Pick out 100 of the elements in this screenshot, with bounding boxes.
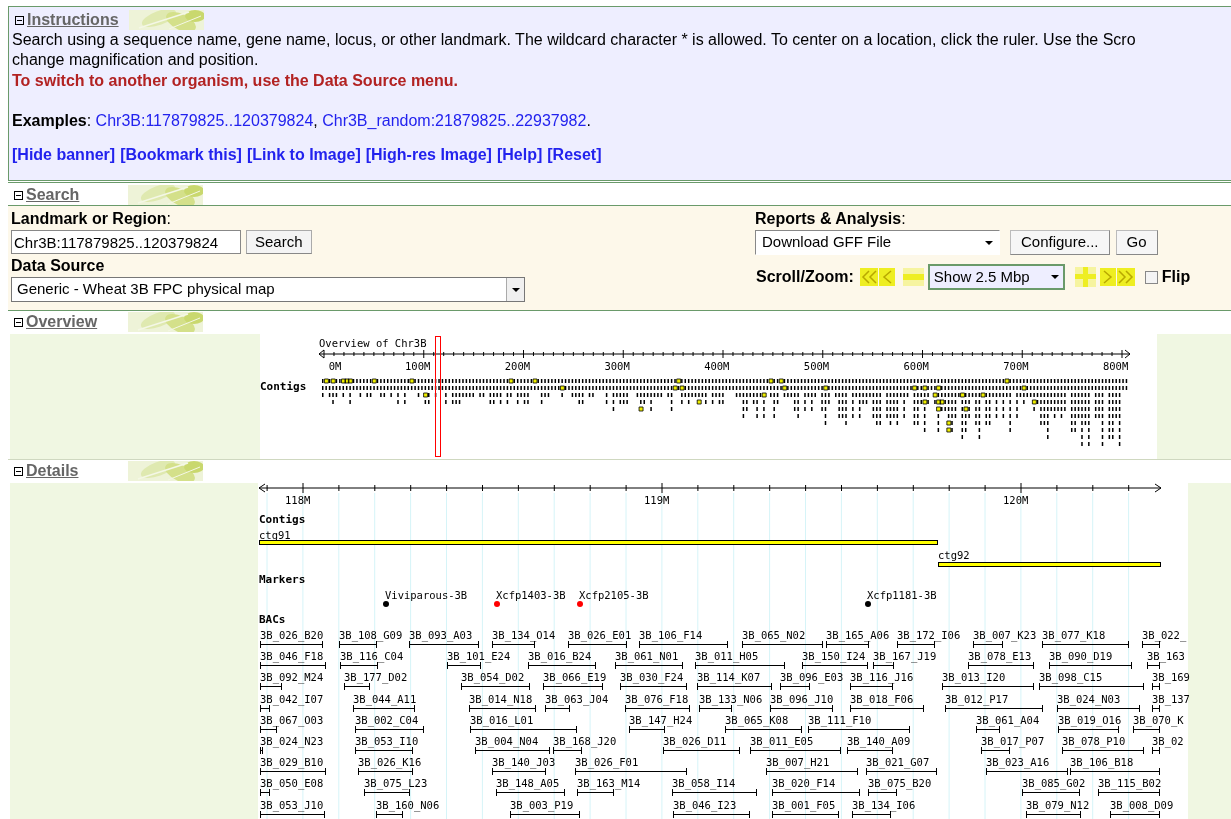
bac-span[interactable]	[447, 662, 481, 670]
bac-span[interactable]	[699, 704, 732, 712]
bac-span[interactable]	[780, 683, 810, 691]
bac-span[interactable]	[968, 662, 1034, 670]
bac-span[interactable]	[1152, 683, 1160, 691]
contig-bar[interactable]	[259, 540, 938, 545]
search-button[interactable]: Search	[246, 230, 312, 254]
bac-span[interactable]	[625, 704, 690, 712]
bac-span[interactable]	[376, 810, 403, 818]
bac-span[interactable]	[766, 768, 858, 776]
bac-span[interactable]	[492, 768, 546, 776]
reports-select[interactable]: Download GFF File	[755, 230, 1000, 255]
bac-span[interactable]	[340, 662, 378, 670]
bac-span[interactable]	[1147, 662, 1160, 670]
bac-span[interactable]	[260, 683, 282, 691]
bac-span[interactable]	[847, 747, 893, 754]
bac-span[interactable]	[528, 662, 596, 670]
bac-span[interactable]	[577, 789, 614, 797]
bac-span[interactable]	[770, 704, 833, 712]
bac-span[interactable]	[358, 768, 413, 776]
bac-span[interactable]	[976, 725, 1000, 733]
configure-button[interactable]: Configure...	[1010, 230, 1110, 255]
bac-span[interactable]	[850, 704, 924, 712]
bac-span[interactable]	[672, 789, 757, 797]
bac-span[interactable]	[469, 704, 536, 712]
landmark-field[interactable]: Chr3B:117879825..120379824	[11, 230, 241, 254]
bac-span[interactable]	[355, 747, 413, 754]
bac-span[interactable]	[1022, 789, 1080, 797]
section-title-link[interactable]: Overview	[26, 310, 98, 334]
zoom-select[interactable]: Show 2.5 Mbp	[927, 264, 1065, 290]
bac-span[interactable]	[629, 725, 665, 733]
bac-span[interactable]	[1026, 810, 1081, 818]
bac-span[interactable]	[355, 725, 424, 733]
bac-span[interactable]	[260, 641, 323, 648]
collapse-icon[interactable]	[14, 466, 23, 476]
bac-span[interactable]	[353, 704, 415, 712]
bac-span[interactable]	[553, 747, 582, 754]
bac-span[interactable]	[897, 641, 935, 648]
bac-span[interactable]	[620, 683, 687, 691]
bac-span[interactable]	[1070, 768, 1160, 776]
bac-span[interactable]	[742, 641, 823, 648]
banner-link[interactable]: [Help]	[496, 145, 543, 165]
bac-span[interactable]	[260, 747, 263, 754]
bac-span[interactable]	[1062, 747, 1144, 754]
bac-span[interactable]	[808, 725, 910, 733]
bac-span[interactable]	[510, 810, 580, 818]
bac-span[interactable]	[409, 641, 479, 648]
bac-span[interactable]	[973, 641, 1003, 648]
bac-span[interactable]	[1133, 725, 1160, 733]
bac-span[interactable]	[663, 747, 740, 754]
bac-span[interactable]	[461, 683, 530, 691]
bac-span[interactable]	[981, 747, 1010, 754]
bac-span[interactable]	[260, 704, 270, 712]
bac-span[interactable]	[673, 810, 750, 818]
bac-span[interactable]	[1152, 704, 1160, 712]
bac-span[interactable]	[470, 725, 577, 733]
bac-span[interactable]	[364, 789, 410, 797]
contig-bar[interactable]	[938, 562, 1161, 567]
section-title-link[interactable]: Instructions	[27, 8, 119, 32]
bac-span[interactable]	[1057, 704, 1140, 712]
bac-span[interactable]	[866, 768, 937, 776]
collapse-icon[interactable]	[15, 15, 24, 25]
banner-link[interactable]: [Link to Image]	[246, 145, 361, 165]
bac-span[interactable]	[725, 725, 802, 733]
bac-span[interactable]	[850, 683, 893, 691]
example-link[interactable]: Chr3B_random:21879825..22937982	[322, 112, 587, 129]
bac-span[interactable]	[826, 641, 869, 648]
bac-span[interactable]	[1042, 641, 1129, 648]
bac-span[interactable]	[575, 768, 687, 776]
bac-span[interactable]	[260, 662, 326, 670]
bac-span[interactable]	[1039, 683, 1144, 691]
banner-link[interactable]: [Reset]	[547, 145, 602, 165]
bac-span[interactable]	[639, 641, 728, 648]
bac-span[interactable]	[942, 683, 1034, 691]
bac-span[interactable]	[568, 641, 627, 648]
go-button[interactable]: Go	[1115, 230, 1158, 255]
region-highlight[interactable]	[435, 336, 441, 457]
bac-span[interactable]	[1110, 810, 1160, 818]
bac-span[interactable]	[1049, 662, 1132, 670]
bac-span[interactable]	[1098, 789, 1160, 797]
bac-span[interactable]	[852, 810, 891, 818]
bac-span[interactable]	[802, 662, 868, 670]
collapse-icon[interactable]	[14, 317, 23, 327]
bac-span[interactable]	[260, 789, 270, 797]
bac-span[interactable]	[492, 641, 535, 648]
flip-checkbox[interactable]	[1144, 270, 1158, 284]
banner-link[interactable]: [Bookmark this]	[120, 145, 242, 165]
bac-span[interactable]	[1152, 747, 1160, 754]
example-link[interactable]: Chr3B:117879825..120379824	[95, 112, 314, 129]
banner-link[interactable]: [Hide banner]	[12, 145, 116, 165]
bac-span[interactable]	[260, 725, 277, 733]
bac-span[interactable]	[945, 704, 1043, 712]
bac-span[interactable]	[496, 789, 565, 797]
bac-span[interactable]	[697, 683, 772, 691]
collapse-icon[interactable]	[14, 190, 23, 200]
bac-span[interactable]	[1058, 725, 1119, 733]
section-title-link[interactable]: Search	[26, 183, 80, 207]
bac-span[interactable]	[695, 662, 785, 670]
bac-span[interactable]	[868, 789, 897, 797]
bac-span[interactable]	[344, 683, 370, 691]
